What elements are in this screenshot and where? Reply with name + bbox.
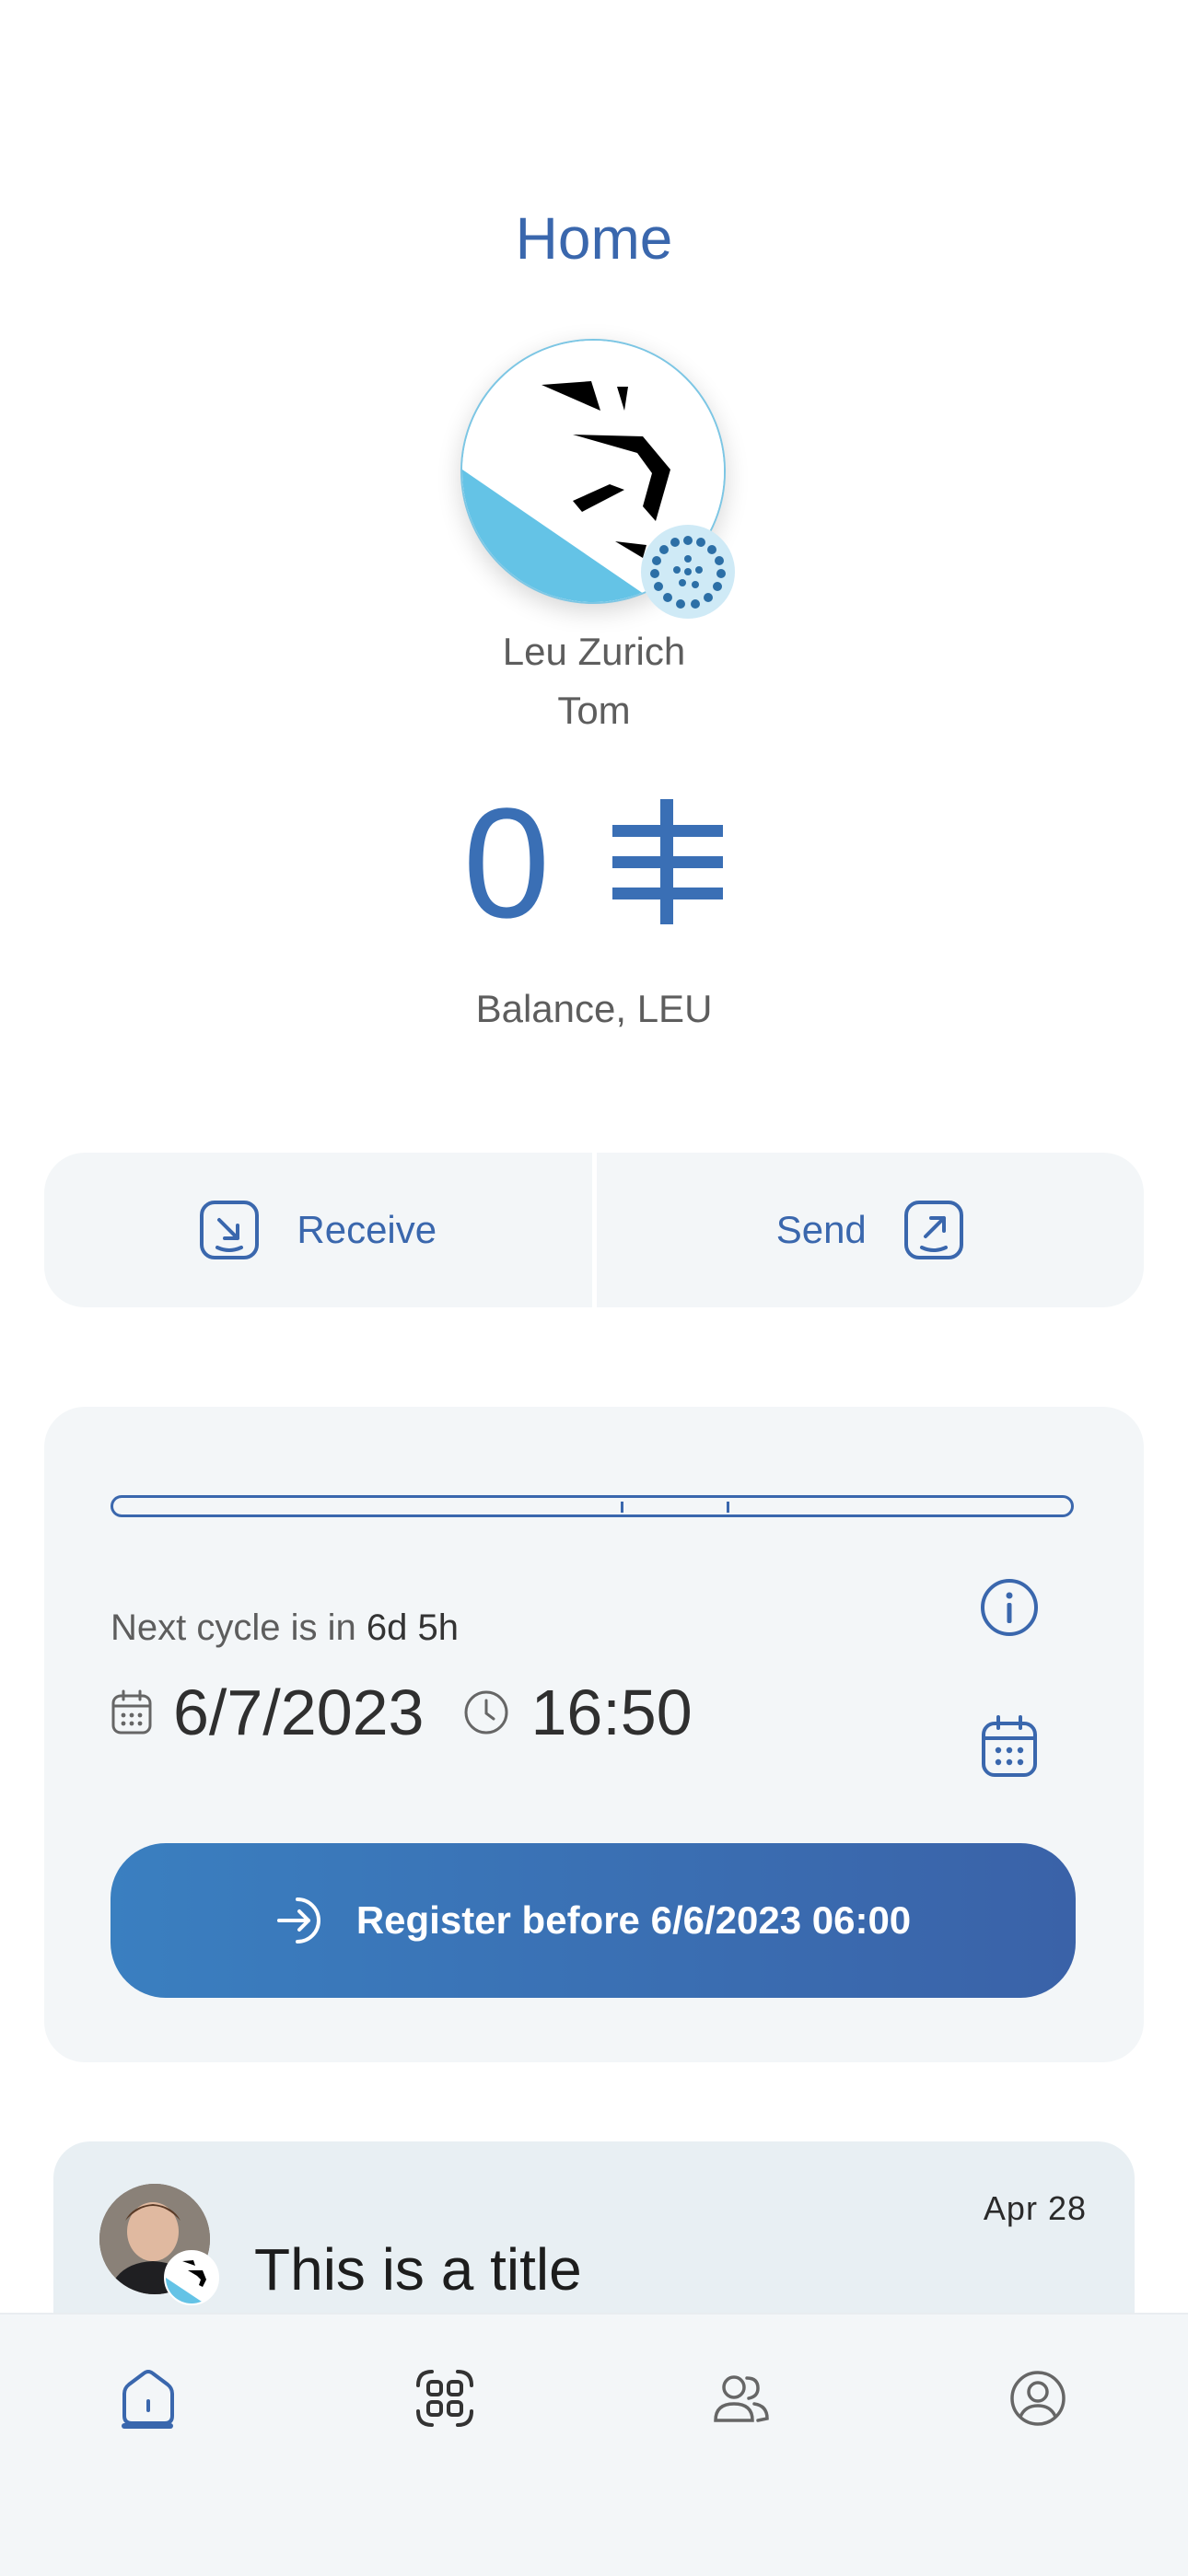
- cycle-progress-bar: [111, 1495, 1074, 1517]
- user-name: Tom: [557, 689, 631, 732]
- bottom-nav: [0, 2313, 1188, 2576]
- community-avatar[interactable]: [460, 339, 735, 619]
- cycle-progress-tick: [726, 1502, 729, 1513]
- nav-contacts[interactable]: [700, 2357, 783, 2440]
- receive-button[interactable]: Receive: [44, 1153, 592, 1307]
- balance-label: Balance, LEU: [475, 987, 713, 1030]
- calendar-small-icon: [111, 1689, 153, 1735]
- send-label: Send: [775, 1208, 867, 1251]
- lion-badge-icon: [164, 2250, 219, 2305]
- cycle-datetime: 6/7/2023 16:50: [111, 1676, 693, 1749]
- info-icon[interactable]: [980, 1578, 1039, 1637]
- add-to-calendar-icon[interactable]: [980, 1714, 1039, 1779]
- news-date: Apr 28: [983, 2189, 1087, 2227]
- next-cycle-prefix: Next cycle is in: [111, 1607, 356, 1648]
- news-title: This is a title: [254, 2236, 582, 2303]
- balance-display: 0: [0, 781, 1188, 946]
- cycle-date: 6/7/2023: [173, 1677, 425, 1748]
- next-cycle-countdown: 6d 5h: [366, 1607, 459, 1648]
- register-label: Register before 6/6/2023 06:00: [355, 1898, 912, 1942]
- qr-scan-icon: [415, 2369, 474, 2428]
- nav-profile[interactable]: [996, 2357, 1079, 2440]
- currency-symbol-icon: [611, 797, 725, 931]
- receive-label: Receive: [297, 1208, 437, 1251]
- receive-icon: [199, 1200, 260, 1260]
- contacts-icon: [712, 2369, 771, 2428]
- next-cycle-text: Next cycle is in 6d 5h: [111, 1607, 459, 1649]
- nav-scan[interactable]: [403, 2357, 486, 2440]
- home-icon: [120, 2368, 177, 2429]
- community-name: Leu Zurich: [502, 630, 686, 673]
- balance-value: 0: [462, 776, 551, 951]
- cycle-time: 16:50: [530, 1677, 693, 1748]
- send-icon: [903, 1200, 964, 1260]
- transfer-actions: Receive Send: [44, 1153, 1144, 1307]
- cycle-progress-tick: [621, 1502, 624, 1513]
- register-button[interactable]: Register before 6/6/2023 06:00: [111, 1843, 1076, 1998]
- page-title: Home: [515, 205, 673, 272]
- nav-active-indicator: [122, 2423, 173, 2429]
- community-dots-icon: [641, 525, 735, 619]
- login-arrow-icon: [275, 1894, 329, 1947]
- clock-icon: [462, 1688, 510, 1736]
- profile-icon: [1008, 2369, 1067, 2428]
- ceremony-cycle-card: Next cycle is in 6d 5h 6/7/2023 16:50 Re…: [44, 1407, 1144, 2062]
- send-button[interactable]: Send: [597, 1153, 1145, 1307]
